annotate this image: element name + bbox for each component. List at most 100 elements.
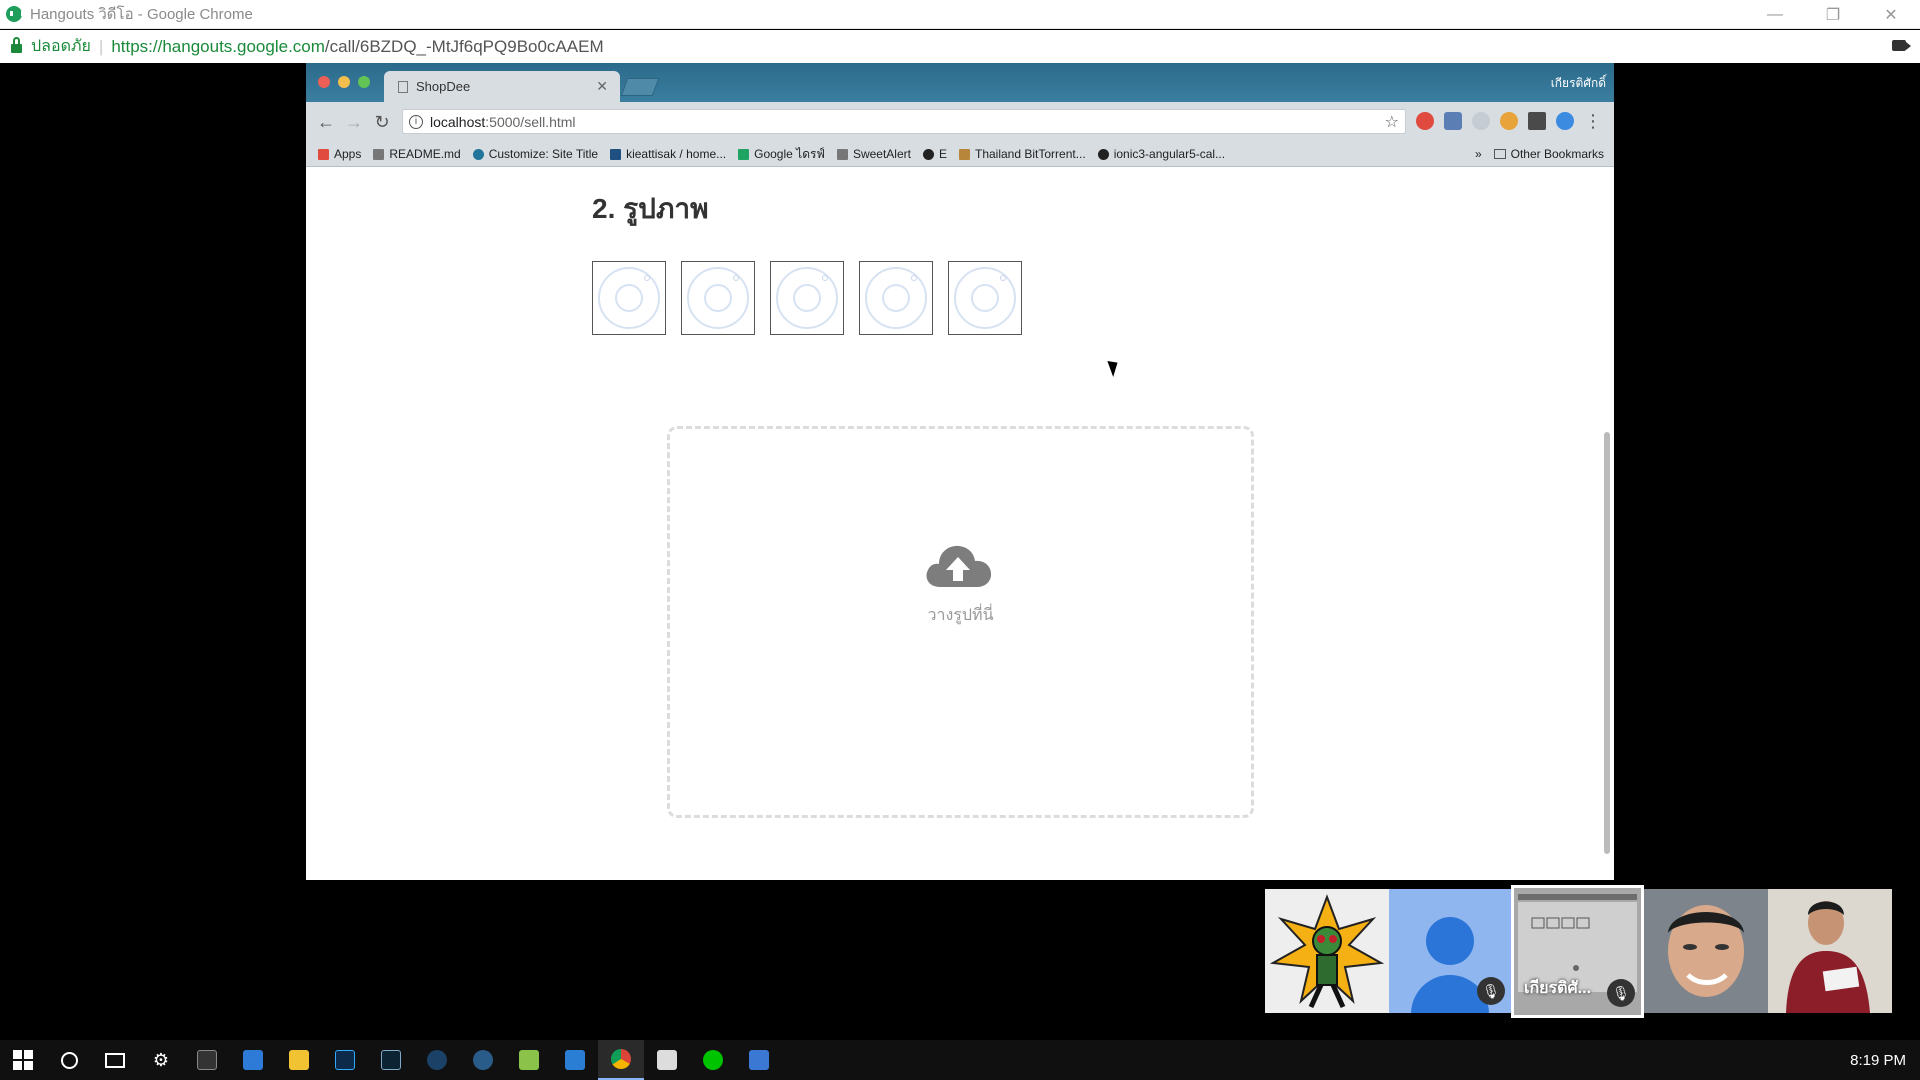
bookmark-item[interactable]: ionic3-angular5-cal... — [1097, 147, 1226, 161]
participant-tile[interactable]: 🎙 — [1389, 889, 1511, 1013]
profile-name[interactable]: เกียรติศักดิ์ — [1551, 74, 1606, 93]
avatar-icon — [1426, 917, 1474, 965]
recorder-icon[interactable] — [644, 1040, 690, 1080]
other-bookmarks-label: Other Bookmarks — [1510, 147, 1604, 161]
participant-tile[interactable] — [1768, 889, 1892, 1013]
bookmark-label: ionic3-angular5-cal... — [1113, 147, 1226, 161]
participant-tile-screen-share[interactable]: เกียรติศั... 🎙 — [1511, 885, 1644, 1018]
start-button[interactable] — [0, 1040, 46, 1080]
back-arrow-icon[interactable]: ← — [312, 108, 340, 136]
lightroom-icon[interactable] — [368, 1040, 414, 1080]
new-tab-button[interactable] — [620, 78, 660, 96]
bookmark-item[interactable]: Google ไดรฟ์ — [738, 145, 825, 164]
bookmark-label: kieattisak / home... — [626, 147, 727, 161]
image-placeholder-icon — [598, 267, 660, 329]
sell-page: 2. รูปภาพ วางรูปที่นี่ — [306, 167, 1614, 880]
line-icon[interactable] — [690, 1040, 736, 1080]
window-title: Hangouts วิดีโอ - Google Chrome — [30, 6, 253, 23]
bitbucket-icon — [610, 148, 622, 160]
mail-icon[interactable] — [230, 1040, 276, 1080]
notes-icon[interactable] — [506, 1040, 552, 1080]
photoshop-icon[interactable] — [322, 1040, 368, 1080]
bookmark-item[interactable]: kieattisak / home... — [610, 147, 726, 161]
wordpress-icon — [472, 148, 484, 160]
restore-button[interactable]: ❐ — [1804, 0, 1862, 29]
bookmark-item[interactable]: E — [922, 147, 947, 161]
mac-minimize-button[interactable] — [338, 76, 350, 88]
image-placeholder-thumbnail[interactable] — [859, 261, 933, 335]
mac-close-button[interactable] — [318, 76, 330, 88]
tab-shopdee[interactable]: ShopDee ✕ — [384, 71, 620, 102]
image-placeholder-thumbnail[interactable] — [681, 261, 755, 335]
bookmark-label: Google ไดรฟ์ — [754, 146, 825, 161]
bookmark-item[interactable]: Customize: Site Title — [472, 147, 599, 161]
inner-url-host: localhost — [430, 113, 486, 130]
page-scrollbar[interactable] — [1604, 432, 1610, 854]
download-extension-icon[interactable] — [1444, 112, 1462, 130]
cloud-upload-icon — [926, 545, 992, 587]
outer-address-bar[interactable]: ปลอดภัย | https://hangouts.google.com/ca… — [0, 30, 1920, 63]
chrome-icon[interactable] — [598, 1040, 644, 1080]
camera-icon[interactable] — [1892, 40, 1911, 51]
window-app-icon[interactable] — [736, 1040, 782, 1080]
extension-icons — [1416, 112, 1574, 130]
window-controls: — ❐ ✕ — [1746, 0, 1920, 29]
hangouts-icon — [6, 6, 24, 22]
settings-gear-icon[interactable]: ⚙ — [138, 1040, 184, 1080]
bookmark-item[interactable]: Apps — [318, 147, 361, 161]
close-button[interactable]: ✕ — [1862, 0, 1920, 29]
outer-url[interactable]: https://hangouts.google.com/call/6BZDQ_-… — [111, 37, 603, 57]
participant-name: เกียรติศั... — [1524, 980, 1592, 997]
bookmarks-bar: Apps README.md Customize: Site Title kieatt… — [306, 142, 1614, 167]
image-thumbnails — [592, 261, 1022, 335]
image-placeholder-icon — [865, 267, 927, 329]
info-icon[interactable]: i — [409, 114, 423, 129]
compass-extension-icon[interactable] — [1556, 112, 1574, 130]
image-placeholder-thumbnail[interactable] — [770, 261, 844, 335]
github-icon — [922, 148, 934, 160]
terminal-icon[interactable] — [184, 1040, 230, 1080]
steam-icon[interactable] — [414, 1040, 460, 1080]
bookmark-star-icon[interactable]: ☆ — [1385, 112, 1399, 132]
mac-zoom-button[interactable] — [358, 76, 370, 88]
bookmark-item[interactable]: README.md — [373, 147, 461, 161]
apps-grid-icon — [318, 148, 329, 160]
taskbar-clock[interactable]: 8:19 PM — [1850, 1052, 1906, 1069]
url-scheme: https:// — [111, 36, 163, 56]
image-placeholder-thumbnail[interactable] — [592, 261, 666, 335]
taskbar: ⚙ 8:19 PM — [0, 1040, 1920, 1080]
rss-extension-icon[interactable] — [1500, 112, 1518, 130]
participant-tile[interactable] — [1644, 889, 1768, 1013]
bookmark-item[interactable]: SweetAlert — [836, 147, 911, 161]
tab-close-icon[interactable]: ✕ — [596, 78, 608, 95]
dropzone-label: วางรูปที่นี่ — [927, 607, 994, 624]
section-heading: 2. รูปภาพ — [592, 193, 709, 224]
inner-address-bar[interactable]: i localhost:5000/sell.html ☆ — [402, 109, 1406, 134]
minimize-button[interactable]: — — [1746, 0, 1804, 29]
menu-dots-icon[interactable]: ⋮ — [1584, 111, 1602, 132]
file-explorer-icon[interactable] — [276, 1040, 322, 1080]
disabled-extension-icon[interactable] — [1472, 112, 1490, 130]
url-path: /call/6BZDQ_-MtJf6qPQ9Bo0cAAEM — [324, 36, 604, 56]
reload-icon[interactable]: ↻ — [368, 108, 396, 136]
bookmark-item[interactable]: Thailand BitTorrent... — [958, 147, 1086, 161]
participant-video — [1768, 889, 1892, 1013]
lock-icon — [11, 37, 22, 53]
cortana-icon[interactable] — [46, 1040, 92, 1080]
participant-tile[interactable] — [1265, 889, 1389, 1013]
image-dropzone[interactable]: วางรูปที่นี่ — [667, 426, 1254, 818]
tab-title: ShopDee — [416, 79, 471, 94]
image-placeholder-thumbnail[interactable] — [948, 261, 1022, 335]
task-view-icon[interactable] — [92, 1040, 138, 1080]
inner-toolbar: ← → ↻ i localhost:5000/sell.html ☆ ⋮ — [306, 102, 1614, 142]
bookmark-label: Customize: Site Title — [488, 147, 599, 161]
other-bookmarks[interactable]: » Other Bookmarks — [1475, 147, 1604, 161]
forward-arrow-icon[interactable]: → — [340, 108, 368, 136]
steam-alt-icon[interactable] — [460, 1040, 506, 1080]
vscode-icon[interactable] — [552, 1040, 598, 1080]
bookmark-label: SweetAlert — [852, 147, 911, 161]
adblock-extension-icon[interactable] — [1416, 112, 1434, 130]
inner-url-path: :5000/sell.html — [485, 113, 576, 130]
cast-extension-icon[interactable] — [1528, 112, 1546, 130]
more-bookmarks-chevron[interactable]: » — [1475, 147, 1482, 161]
